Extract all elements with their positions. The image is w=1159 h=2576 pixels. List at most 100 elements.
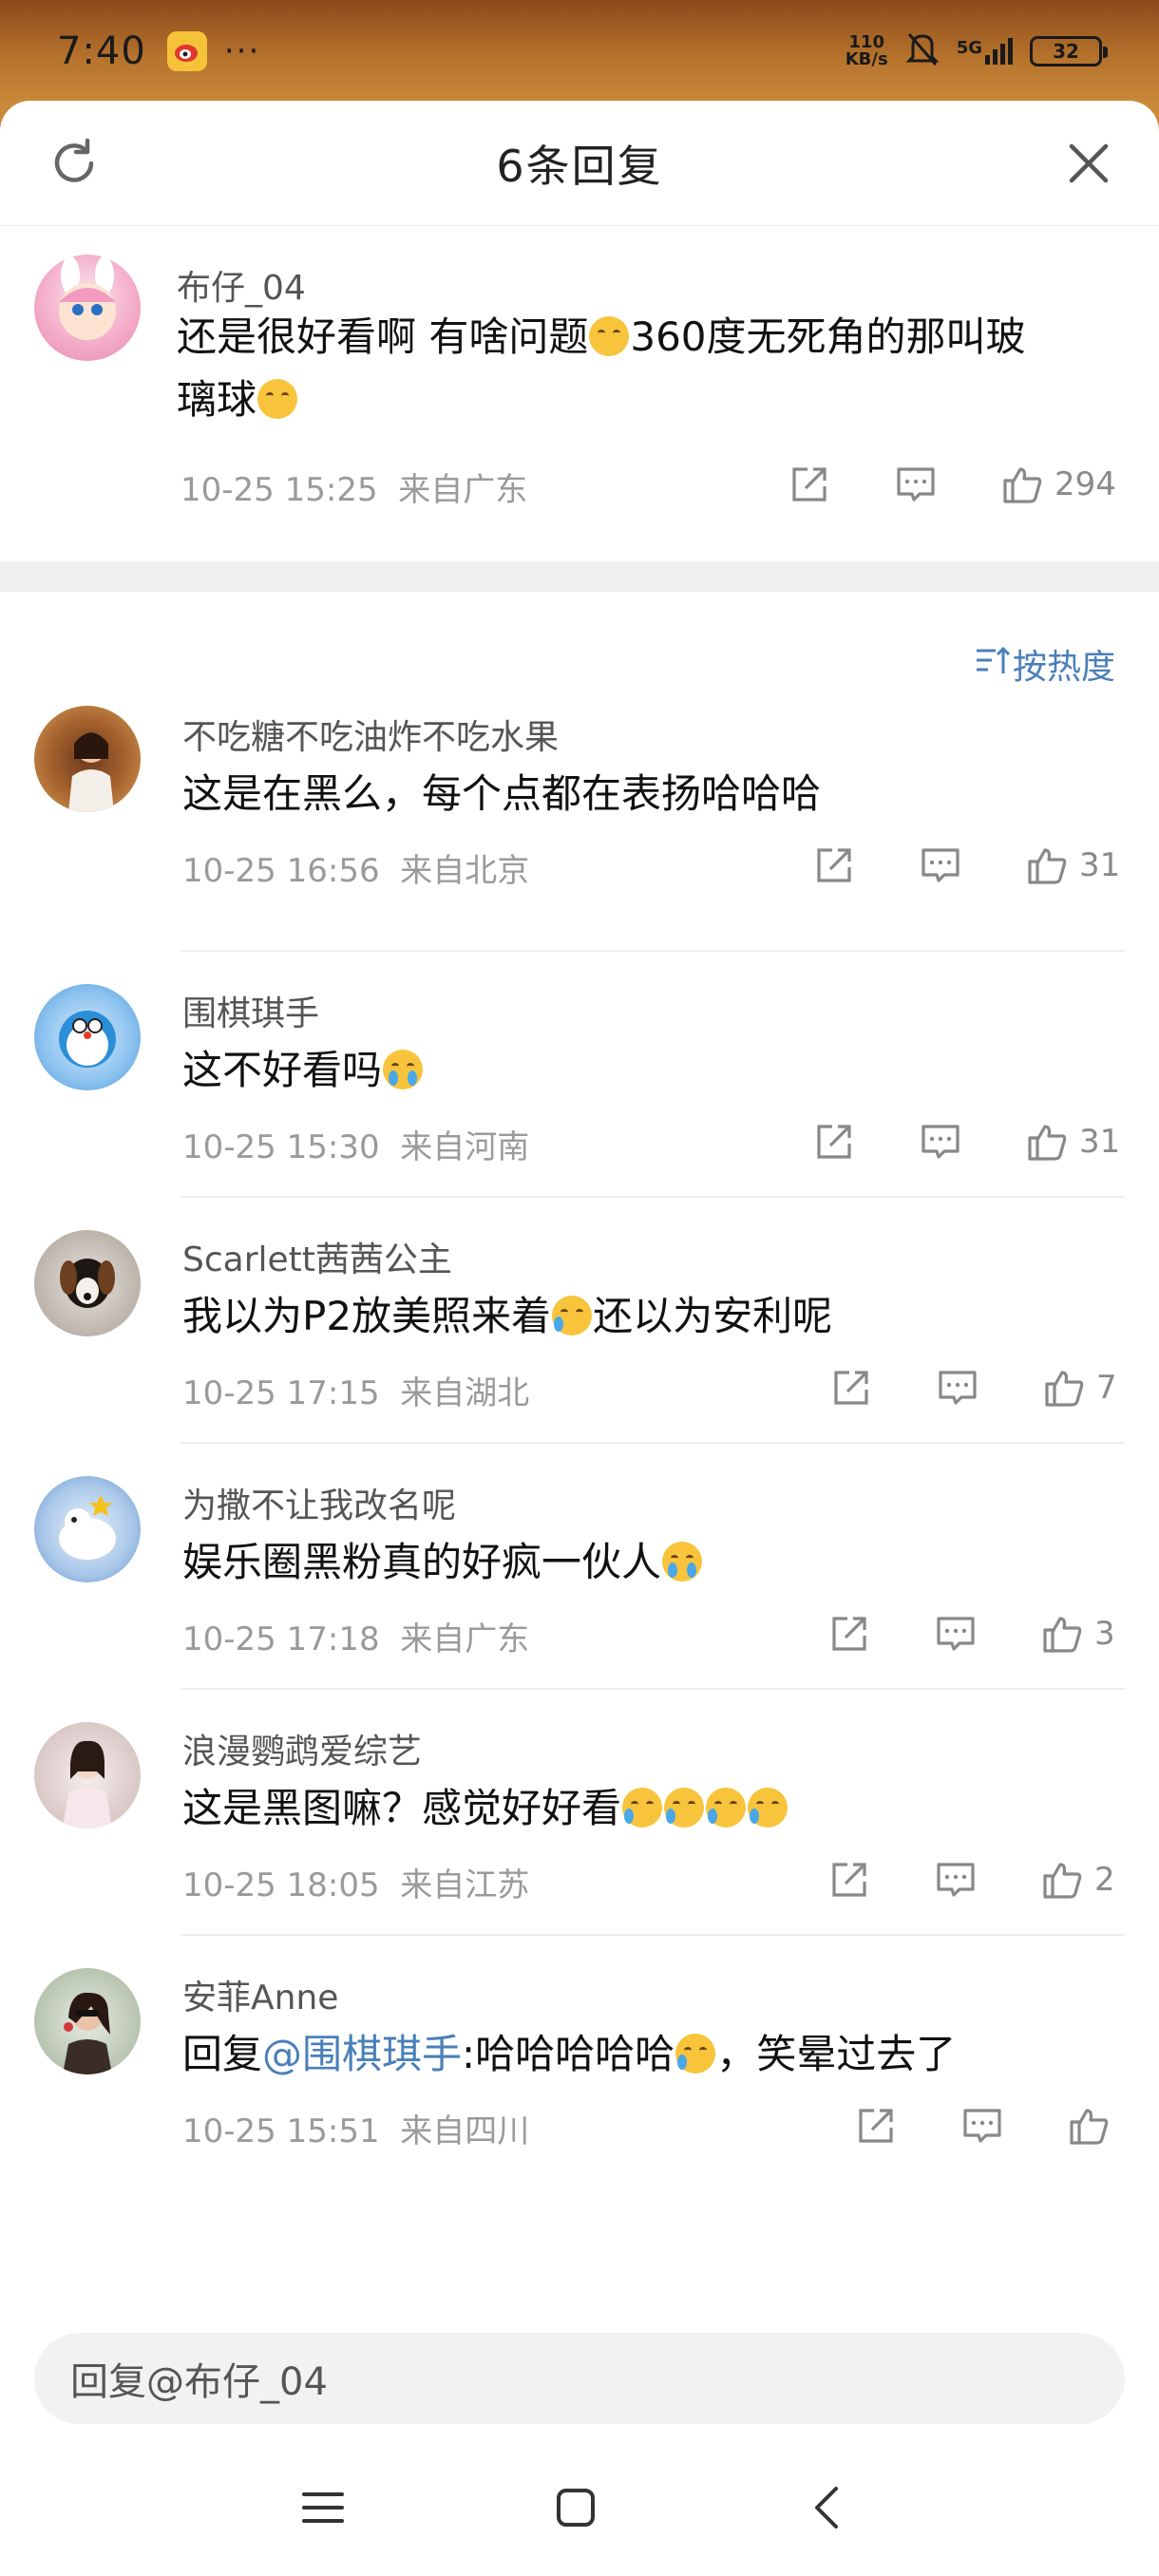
weibo-app-icon bbox=[166, 31, 207, 71]
share-icon[interactable] bbox=[811, 843, 857, 888]
comment-meta: 10-25 15:51 来自四川 bbox=[182, 2105, 529, 2151]
sort-icon bbox=[975, 643, 1013, 686]
comment-username[interactable]: 不吃糖不吃油炸不吃水果 bbox=[182, 710, 559, 759]
comment-text-part: 这是在黑么，每个点都在表扬哈哈哈 bbox=[182, 770, 822, 817]
list-item: 围棋琪手 这不好看吗 10-25 15:30 来自河南 31 bbox=[0, 952, 1159, 1198]
laugh-cry-emoji-icon bbox=[748, 1788, 788, 1828]
mention-link[interactable]: @围棋琪手 bbox=[262, 2031, 462, 2077]
comment-actions bbox=[853, 2103, 1121, 2149]
list-item: Scarlett茜茜公主 我以为P2放美照来着 还以为安利呢 10-25 17:1… bbox=[0, 1198, 1159, 1444]
like-icon[interactable] bbox=[1041, 1365, 1087, 1411]
replies-sheet: 6条回复 布仔_04 还是很好看啊 有啥问题 360度无死角的那叫玻 璃球 10-… bbox=[0, 101, 1159, 2576]
comment-icon[interactable] bbox=[933, 1857, 978, 1903]
like-count: 2 bbox=[1094, 1861, 1115, 1899]
comment-icon[interactable] bbox=[893, 462, 939, 507]
speed-unit: KB/s bbox=[845, 49, 888, 69]
sort-row: 按热度 bbox=[0, 592, 1159, 706]
comment-meta: 10-25 17:18 来自广东 bbox=[182, 1613, 529, 1659]
list-item: 为撒不让我改名呢 娱乐圈黑粉真的好疯一伙人 10-25 17:18 来自广东 3 bbox=[0, 1444, 1159, 1690]
share-icon[interactable] bbox=[811, 1119, 857, 1165]
comment-text-part: 我以为P2放美照来着 bbox=[182, 1293, 552, 1339]
like-icon[interactable] bbox=[1039, 1857, 1085, 1903]
close-icon[interactable] bbox=[1064, 139, 1113, 188]
menu-icon[interactable] bbox=[294, 2479, 352, 2536]
like-count: 7 bbox=[1096, 1369, 1117, 1407]
share-icon[interactable] bbox=[787, 462, 832, 507]
comment-username[interactable]: 布仔_04 bbox=[177, 260, 306, 310]
comment-meta: 10-25 15:30 来自河南 bbox=[182, 1121, 529, 1167]
sort-by-hot-button[interactable]: 按热度 bbox=[975, 639, 1115, 689]
status-time: 7:40 bbox=[57, 29, 146, 73]
back-icon[interactable] bbox=[800, 2479, 857, 2536]
like-count: 3 bbox=[1094, 1615, 1115, 1653]
comment-actions: 31 bbox=[811, 1119, 1120, 1165]
status-bar: 7:40 ··· 110 KB/s 5G 32 bbox=[0, 0, 1159, 103]
laugh-cry-emoji-icon bbox=[675, 2034, 716, 2074]
comment-text: 回复@围棋琪手:哈哈哈哈哈 ，笑晕过去了 bbox=[182, 2023, 956, 2086]
like-icon[interactable] bbox=[1039, 1611, 1085, 1657]
like-icon[interactable] bbox=[1066, 2103, 1112, 2149]
avatar[interactable] bbox=[34, 1968, 141, 2074]
comment-text: 这是在黑么，每个点都在表扬哈哈哈 bbox=[182, 763, 821, 825]
avatar[interactable] bbox=[34, 706, 141, 812]
comment-text: 还是很好看啊 有啥问题 360度无死角的那叫玻 璃球 bbox=[177, 306, 1117, 431]
comment-text-part: 娱乐圈黑粉真的好疯一伙人 bbox=[182, 1539, 662, 1585]
comment-date: 10-25 17:15 bbox=[182, 1374, 380, 1412]
comment-icon[interactable] bbox=[935, 1365, 980, 1411]
comment-text-part: 这是黑图嘛？感觉好好看 bbox=[182, 1785, 622, 1831]
laugh-cry-emoji-icon bbox=[622, 1788, 663, 1828]
laugh-cry-emoji-icon bbox=[552, 1296, 593, 1335]
comment-icon[interactable] bbox=[960, 2103, 1005, 2149]
share-icon[interactable] bbox=[826, 1857, 872, 1903]
avatar[interactable] bbox=[34, 1476, 141, 1582]
like-icon[interactable] bbox=[1024, 1119, 1070, 1165]
avatar[interactable] bbox=[34, 984, 141, 1090]
comment-location: 来自河南 bbox=[400, 1128, 530, 1166]
comment-username[interactable]: Scarlett茜茜公主 bbox=[182, 1232, 452, 1281]
comment-username[interactable]: 围棋琪手 bbox=[182, 986, 319, 1035]
section-divider bbox=[0, 561, 1159, 592]
like-count: 31 bbox=[1079, 846, 1121, 884]
like-icon[interactable] bbox=[1024, 843, 1070, 888]
comment-date: 10-25 16:56 bbox=[182, 852, 380, 890]
comment-icon[interactable] bbox=[933, 1611, 978, 1657]
avatar[interactable] bbox=[34, 255, 141, 361]
system-nav-bar bbox=[0, 2451, 1159, 2565]
reply-input[interactable]: 回复@布仔_04 bbox=[34, 2333, 1125, 2424]
comment-username[interactable]: 浪漫鹦鹉爱综艺 bbox=[182, 1724, 422, 1773]
comment-icon[interactable] bbox=[918, 843, 963, 888]
comment-location: 来自广东 bbox=[398, 471, 528, 509]
comment-actions: 294 bbox=[787, 462, 1116, 507]
like-icon[interactable] bbox=[999, 462, 1045, 507]
comment-meta: 10-25 15:25 来自广东 bbox=[180, 464, 527, 510]
comment-username[interactable]: 安菲Anne bbox=[182, 1970, 338, 2019]
comment-icon[interactable] bbox=[918, 1119, 963, 1165]
comment-username[interactable]: 为撒不让我改名呢 bbox=[182, 1478, 456, 1527]
avatar[interactable] bbox=[34, 1230, 141, 1336]
comment-date: 10-25 15:30 bbox=[182, 1128, 380, 1166]
comment-text-part: 360度无死角的那叫玻 bbox=[630, 313, 1026, 360]
comment-location: 来自江苏 bbox=[400, 1866, 530, 1904]
cry-emoji-icon bbox=[383, 1050, 424, 1089]
reply-prefix: 回复 bbox=[182, 2031, 263, 2077]
laugh-cry-emoji-icon bbox=[706, 1788, 747, 1828]
comment-actions: 2 bbox=[826, 1857, 1115, 1903]
comment-actions: 7 bbox=[828, 1365, 1117, 1411]
comment-text-part: 这不好看吗 bbox=[182, 1047, 383, 1093]
refresh-icon[interactable] bbox=[48, 137, 101, 190]
comment-actions: 31 bbox=[811, 843, 1120, 888]
share-icon[interactable] bbox=[826, 1611, 872, 1657]
smile-emoji-icon bbox=[589, 316, 630, 356]
cry-emoji-icon bbox=[662, 1542, 703, 1582]
share-icon[interactable] bbox=[828, 1365, 874, 1411]
home-icon[interactable] bbox=[547, 2479, 604, 2536]
comment-date: 10-25 15:25 bbox=[180, 471, 378, 509]
comment-text-part: :哈哈哈哈哈 bbox=[462, 2031, 675, 2077]
comment-date: 10-25 15:51 bbox=[182, 2112, 380, 2150]
avatar[interactable] bbox=[34, 1722, 141, 1828]
comment-text-part: 还以为安利呢 bbox=[593, 1293, 833, 1339]
mute-bell-icon bbox=[905, 30, 940, 72]
comment-location: 来自湖北 bbox=[400, 1374, 530, 1412]
share-icon[interactable] bbox=[853, 2103, 899, 2149]
comment-meta: 10-25 17:15 来自湖北 bbox=[182, 1367, 529, 1413]
